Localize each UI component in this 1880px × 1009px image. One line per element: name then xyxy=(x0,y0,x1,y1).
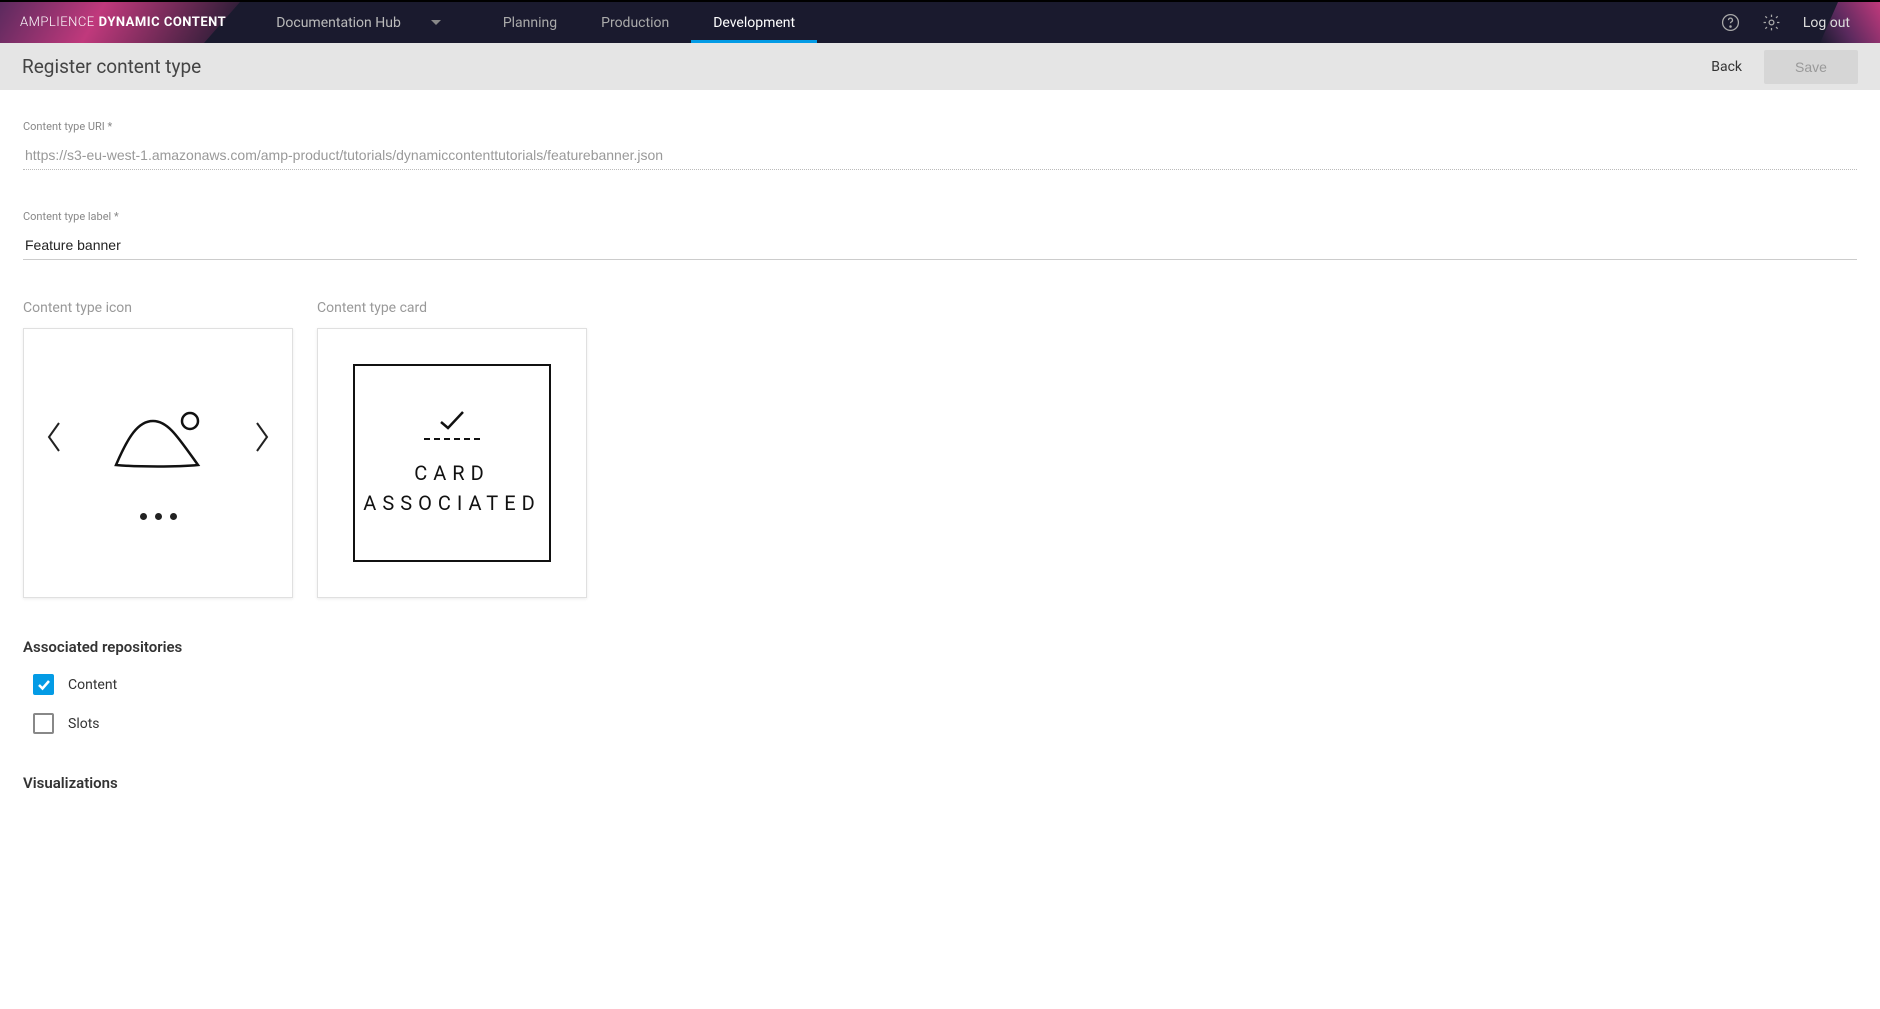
label-field: Content type label * xyxy=(23,210,1857,260)
tab-production[interactable]: Production xyxy=(579,2,691,43)
hub-name: Documentation Hub xyxy=(276,15,401,31)
card-associated-line2: ASSOCIATED xyxy=(363,488,540,518)
arrow-right-icon[interactable] xyxy=(252,419,272,462)
content-type-icon-col: Content type icon xyxy=(23,300,293,598)
back-button[interactable]: Back xyxy=(1711,59,1742,75)
card-associated-line1: CARD xyxy=(363,458,540,488)
visualizations-title: Visualizations xyxy=(23,774,1857,792)
save-button[interactable]: Save xyxy=(1764,50,1858,84)
subheader-actions: Back Save xyxy=(1711,50,1858,84)
topbar-right: Log out xyxy=(1721,13,1880,32)
tab-label: Development xyxy=(713,15,795,31)
help-icon[interactable] xyxy=(1721,13,1740,32)
carousel-dots xyxy=(140,513,177,520)
tab-development[interactable]: Development xyxy=(691,2,817,43)
card-associated-text: CARD ASSOCIATED xyxy=(363,458,540,518)
repo-content-row: Content xyxy=(33,674,1857,695)
uri-label: Content type URI * xyxy=(23,120,1857,133)
brand-bold: DYNAMIC CONTENT xyxy=(99,15,227,30)
content-type-card-col: Content type card CARD ASSOCIATED xyxy=(317,300,587,598)
dot-icon xyxy=(140,513,147,520)
icon-carousel xyxy=(24,407,292,520)
cards-row: Content type icon xyxy=(23,300,1857,598)
tab-label: Planning xyxy=(503,15,557,31)
dash-divider xyxy=(424,438,480,440)
dot-icon xyxy=(170,513,177,520)
page-title: Register content type xyxy=(22,55,201,78)
main-content: Content type URI * Content type label * … xyxy=(0,90,1880,840)
checkbox-slots-label: Slots xyxy=(68,716,100,732)
check-icon xyxy=(437,408,467,436)
content-type-card-label: Content type card xyxy=(317,300,587,316)
content-type-icon-card[interactable] xyxy=(23,328,293,598)
brand-light: AMPLIENCE xyxy=(20,15,95,30)
arrow-left-icon[interactable] xyxy=(44,419,64,462)
image-placeholder-icon xyxy=(108,407,208,475)
repo-slots-row: Slots xyxy=(33,713,1857,734)
subheader: Register content type Back Save xyxy=(0,43,1880,90)
uri-input[interactable] xyxy=(23,141,1857,170)
uri-field: Content type URI * xyxy=(23,120,1857,170)
dot-icon xyxy=(155,513,162,520)
associated-repositories-title: Associated repositories xyxy=(23,638,1857,656)
top-navigation: AMPLIENCE DYNAMIC CONTENT Documentation … xyxy=(0,0,1880,43)
brand-logo: AMPLIENCE DYNAMIC CONTENT xyxy=(0,2,246,43)
tab-planning[interactable]: Planning xyxy=(481,2,579,43)
gear-icon[interactable] xyxy=(1762,13,1781,32)
checkbox-content[interactable] xyxy=(33,674,54,695)
checkbox-content-label: Content xyxy=(68,677,117,693)
logout-link[interactable]: Log out xyxy=(1803,15,1850,31)
label-field-label: Content type label * xyxy=(23,210,1857,223)
main-tabs: Planning Production Development xyxy=(481,2,817,43)
tab-label: Production xyxy=(601,15,669,31)
chevron-down-icon xyxy=(431,20,441,25)
checkbox-slots[interactable] xyxy=(33,713,54,734)
content-type-icon-label: Content type icon xyxy=(23,300,293,316)
content-type-card-card[interactable]: CARD ASSOCIATED xyxy=(317,328,587,598)
hub-selector[interactable]: Documentation Hub xyxy=(276,15,441,31)
label-input[interactable] xyxy=(23,231,1857,260)
card-associated-frame: CARD ASSOCIATED xyxy=(353,364,551,562)
